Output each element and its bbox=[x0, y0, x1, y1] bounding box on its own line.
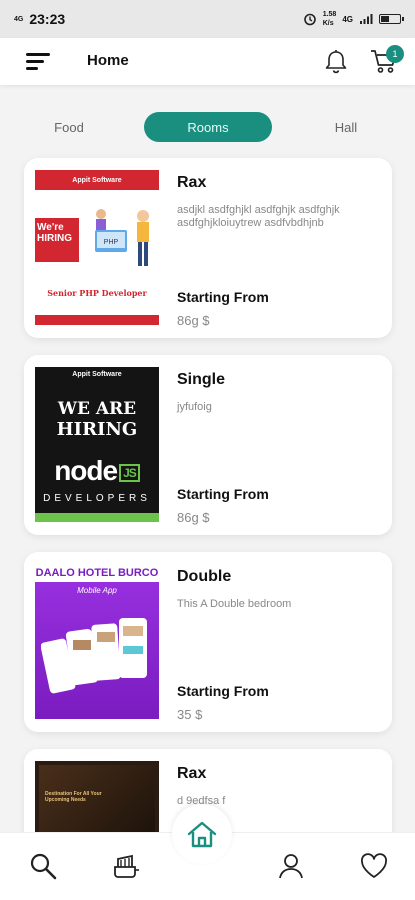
starting-from-label: Starting From bbox=[177, 683, 269, 699]
room-name: Single bbox=[177, 371, 226, 388]
home-icon bbox=[187, 821, 217, 848]
room-card[interactable]: Appit Software WE ARE HIRING node JS DEVE… bbox=[24, 355, 392, 535]
app-bar: Home bbox=[0, 38, 415, 85]
sim-label: 4G bbox=[14, 15, 24, 23]
battery-icon bbox=[379, 14, 404, 24]
hotel-heading: DAALO HOTEL BURCO bbox=[35, 564, 159, 582]
promo-heading: Destination For All Your Upcoming Needs bbox=[45, 791, 102, 803]
app-subtitle: Mobile App bbox=[77, 586, 117, 595]
starting-from-label: Starting From bbox=[177, 289, 269, 305]
room-card[interactable]: Appit Software We're HIRING PHP Senior P… bbox=[24, 158, 392, 338]
bell-icon[interactable] bbox=[322, 48, 350, 76]
brand-logo-text: Appit Software bbox=[72, 176, 122, 184]
hiring-banner: We're HIRING bbox=[35, 218, 79, 262]
room-image: Appit Software WE ARE HIRING node JS DEVE… bbox=[35, 367, 159, 522]
developer-illustration: PHP bbox=[95, 209, 149, 266]
page-title: Home bbox=[87, 52, 129, 69]
heart-icon[interactable] bbox=[359, 851, 389, 881]
starting-from-label: Starting From bbox=[177, 486, 269, 502]
cart-badge: 1 bbox=[386, 45, 404, 63]
room-card[interactable]: DAALO HOTEL BURCO Mobile App Double This… bbox=[24, 552, 392, 732]
developers-text: DEVELOPERS bbox=[43, 493, 151, 504]
profile-icon[interactable] bbox=[276, 851, 306, 881]
room-description: This A Double bedroom bbox=[177, 598, 292, 610]
room-price: 86g $ bbox=[177, 510, 210, 525]
signal-icon bbox=[360, 14, 373, 24]
room-description: jyfufoig bbox=[177, 401, 212, 413]
category-tabs: Food Rooms Hall bbox=[0, 112, 415, 142]
room-name: Rax bbox=[177, 765, 207, 782]
menu-icon[interactable] bbox=[26, 53, 52, 71]
room-image: Appit Software We're HIRING PHP Senior P… bbox=[35, 170, 159, 325]
room-name: Rax bbox=[177, 174, 207, 191]
node-logo: node JS bbox=[35, 455, 159, 487]
tab-food[interactable]: Food bbox=[38, 112, 100, 142]
alarm-icon bbox=[303, 13, 316, 26]
status-time: 23:23 bbox=[29, 11, 66, 27]
svg-text:PHP: PHP bbox=[104, 239, 119, 246]
hiring-line1: WE ARE bbox=[57, 399, 137, 419]
tab-hall[interactable]: Hall bbox=[316, 112, 376, 142]
network-speed: 1.58 K/s bbox=[322, 11, 337, 27]
room-description: asdjkl asdfghjkl asdfghjk asdfghjk asdfg… bbox=[177, 204, 340, 229]
home-button[interactable] bbox=[172, 804, 232, 864]
brand-logo-text: Appit Software bbox=[72, 371, 122, 378]
room-name: Double bbox=[177, 568, 232, 585]
phone-mockups bbox=[41, 618, 147, 694]
hiring-line2: HIRING bbox=[56, 419, 138, 440]
search-icon[interactable] bbox=[28, 851, 58, 881]
job-title: Senior PHP Developer bbox=[47, 288, 147, 298]
room-image: DAALO HOTEL BURCO Mobile App bbox=[35, 564, 159, 719]
tab-rooms[interactable]: Rooms bbox=[144, 112, 272, 142]
network-type: 4G bbox=[342, 14, 353, 24]
status-bar: 4G 23:23 1.58 K/s 4G bbox=[0, 0, 415, 38]
food-icon[interactable] bbox=[111, 851, 141, 881]
room-price: 35 $ bbox=[177, 707, 203, 722]
room-price: 86g $ bbox=[177, 313, 210, 328]
